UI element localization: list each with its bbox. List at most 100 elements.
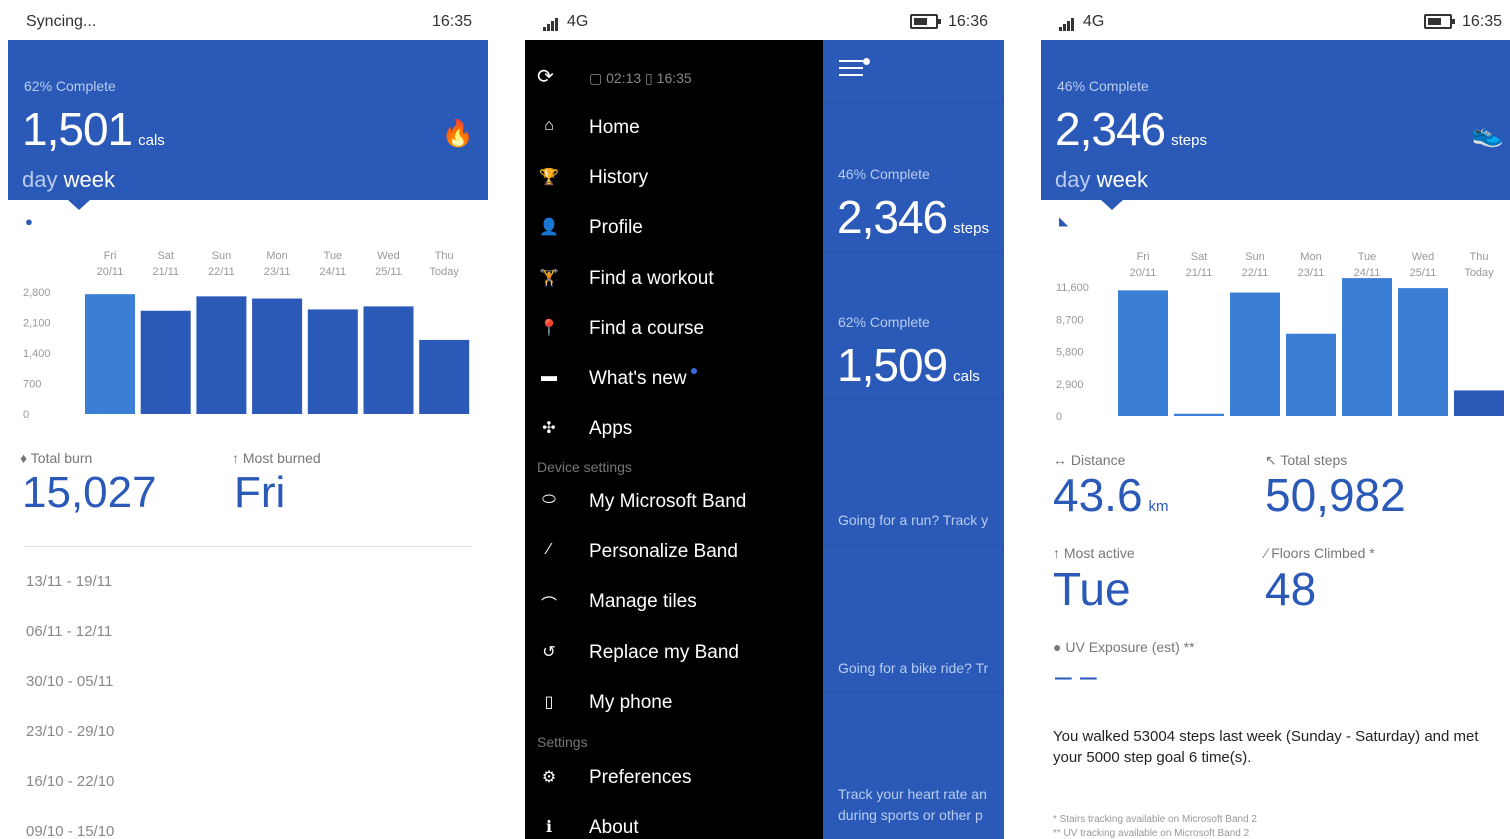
y-tick-label: 2,800 xyxy=(23,287,51,299)
week-history-item[interactable]: 09/10 - 15/10 xyxy=(26,823,114,839)
bar-sat xyxy=(140,310,191,414)
most-burned-value: Fri xyxy=(234,468,286,517)
most-burned-label: ↑ Most burned xyxy=(232,450,321,466)
sync-status: Syncing... xyxy=(26,13,97,30)
menu-item-label: History xyxy=(589,167,649,189)
calories-tile-percent: 62% Complete xyxy=(838,314,930,330)
period-week-tab[interactable]: week xyxy=(1097,167,1148,192)
sync-icon[interactable]: ⟳ xyxy=(537,64,554,89)
menu-item-my-microsoft-band[interactable]: ⬭ My Microsoft Band xyxy=(525,486,823,520)
steps-tile-value[interactable]: 2,346 steps xyxy=(837,190,989,244)
menu-item-apps[interactable]: ✣ Apps xyxy=(525,413,823,447)
y-tick-label: 0 xyxy=(1056,411,1062,423)
steps-tile-percent: 46% Complete xyxy=(838,166,930,182)
heart-tile-text-1[interactable]: Track your heart rate an xyxy=(838,786,987,802)
menu-item-manage-tiles[interactable]: ⌒ Manage tiles xyxy=(525,586,823,620)
menu-item-label: Preferences xyxy=(589,767,692,788)
x-day-label: Mon xyxy=(1300,251,1321,263)
status-bar: 4G 16:35 xyxy=(1041,0,1510,40)
uv-label: ● UV Exposure (est) ** xyxy=(1053,639,1195,655)
battery-icon xyxy=(909,14,941,30)
gear-icon: ⚙ xyxy=(541,769,557,786)
menu-item-about[interactable]: ℹ About xyxy=(525,812,823,839)
x-date-label: Today xyxy=(430,266,460,278)
bar-mon xyxy=(1286,333,1336,416)
period-week-tab[interactable]: week xyxy=(64,167,115,192)
bar-tue xyxy=(1342,278,1392,416)
steps-header[interactable]: 46% Complete 2,346 steps day week 👟 xyxy=(1041,40,1510,200)
total-steps-value: 50,982 xyxy=(1265,469,1406,521)
calories-value: 1,501 cals xyxy=(22,103,165,155)
menu-item-home[interactable]: ⌂ Home xyxy=(525,112,823,146)
home-icon: ⌂ xyxy=(544,117,554,134)
x-date-label: 24/11 xyxy=(1354,267,1381,279)
x-date-label: 21/11 xyxy=(152,266,179,278)
menu-item-find-a-workout[interactable]: 🏋 Find a workout xyxy=(525,263,823,297)
x-day-label: Thu xyxy=(1470,251,1489,263)
y-tick-label: 1,400 xyxy=(23,348,51,360)
menu-item-label: About xyxy=(589,817,639,838)
x-date-label: 23/11 xyxy=(1298,267,1325,279)
home-tiles-peek: 46% Complete 2,346 steps 62% Complete 1,5… xyxy=(823,40,1004,839)
replace-icon: ↺ xyxy=(542,643,556,661)
goal-percent: 46% Complete xyxy=(1057,78,1149,94)
bar-sat xyxy=(1174,413,1224,416)
flame-icon: 🔥 xyxy=(441,118,474,148)
menu-item-what-s-new[interactable]: ▬ What's new xyxy=(525,363,823,397)
x-day-label: Tue xyxy=(1358,251,1377,263)
menu-item-label: My Microsoft Band xyxy=(589,491,747,512)
signal-icon xyxy=(1059,13,1075,31)
distance-label: ↔ Distance xyxy=(1053,452,1126,468)
selection-notch xyxy=(68,200,90,210)
run-tile-text[interactable]: Going for a run? Track y xyxy=(838,512,988,528)
hamburger-icon[interactable] xyxy=(839,60,863,81)
navigation-drawer: ⟳ ▢ 02:13 ▯ 16:35 ⌂ Home 🏆 History 👤 Profile 🏋… xyxy=(525,40,823,839)
x-date-label: 22/11 xyxy=(1242,267,1269,279)
total-burn-label: ♦ Total burn xyxy=(20,450,93,466)
y-tick-label: 2,100 xyxy=(23,318,51,330)
steps-bar-chart: 11,600 8,700 5,800 2,900 0 Fri 20/11 Sat 21/11 Su… xyxy=(1056,251,1504,423)
x-day-label: Fri xyxy=(104,250,117,262)
x-day-label: Sat xyxy=(1191,251,1208,263)
heart-tile-text-2[interactable]: during sports or other p xyxy=(838,807,983,823)
menu-item-profile[interactable]: 👤 Profile xyxy=(525,212,823,246)
band-icon: ⬭ xyxy=(542,491,556,508)
menu-item-find-a-course[interactable]: 📍 Find a course xyxy=(525,313,823,347)
menu-item-label: Manage tiles xyxy=(589,591,697,613)
menu-item-history[interactable]: 🏆 History xyxy=(525,162,823,196)
calories-header[interactable]: 62% Complete 1,501 cals day week 🔥 xyxy=(8,40,488,200)
bar-sun xyxy=(1230,292,1280,416)
y-tick-label: 11,600 xyxy=(1056,282,1089,294)
menu-item-my-phone[interactable]: ▯ My phone xyxy=(525,687,823,721)
distance-value: 43.6 km xyxy=(1053,469,1169,521)
calories-tile-value[interactable]: 1,509 cals xyxy=(837,338,980,392)
week-history-item[interactable]: 23/10 - 29/10 xyxy=(26,723,114,740)
floors-value: 48 xyxy=(1265,563,1317,615)
y-tick-label: 700 xyxy=(23,379,41,391)
info-icon: ℹ xyxy=(545,819,553,836)
menu-item-personalize-band[interactable]: ⁄ Personalize Band xyxy=(525,536,823,570)
menu-item-preferences[interactable]: ⚙ Preferences xyxy=(525,762,823,796)
status-bar: 4G 16:36 xyxy=(525,0,1004,40)
week-history-item[interactable]: 16/10 - 22/10 xyxy=(26,773,114,790)
person-icon: 👤 xyxy=(539,219,559,237)
x-day-label: Mon xyxy=(266,250,287,262)
y-tick-label: 2,900 xyxy=(1056,379,1084,391)
steps-screen: 4G 16:35 46% Complete 2,346 steps day wee… xyxy=(1041,0,1510,839)
week-history-item[interactable]: 06/11 - 12/11 xyxy=(26,623,112,640)
total-burn-value: 15,027 xyxy=(22,468,157,517)
bike-tile-text[interactable]: Going for a bike ride? Tr xyxy=(838,660,988,676)
x-day-label: Sun xyxy=(1245,251,1265,263)
selection-notch xyxy=(1101,200,1123,210)
week-history-item[interactable]: 30/10 - 05/11 xyxy=(26,673,113,690)
week-history-item[interactable]: 13/11 - 19/11 xyxy=(26,573,112,590)
x-date-label: 21/11 xyxy=(1186,267,1213,279)
period-switcher: day week xyxy=(1055,167,1148,193)
trophy-icon: 🏆 xyxy=(539,169,559,187)
menu-item-replace-my-band[interactable]: ↺ Replace my Band xyxy=(525,637,823,671)
period-day-tab[interactable]: day xyxy=(22,167,57,192)
x-day-label: Fri xyxy=(1137,251,1150,263)
period-day-tab[interactable]: day xyxy=(1055,167,1090,192)
x-day-label: Sat xyxy=(157,250,174,262)
phone-icon: ▯ xyxy=(544,693,554,711)
